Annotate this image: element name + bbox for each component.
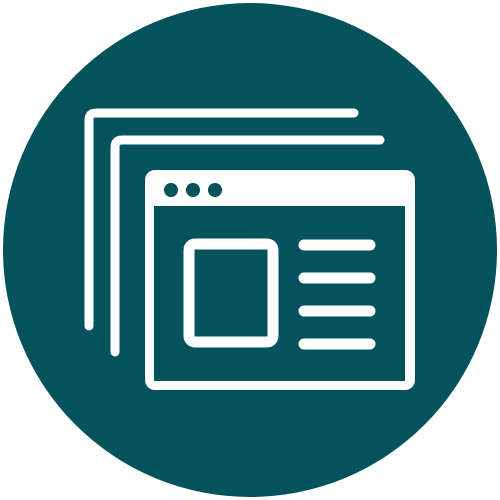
window-dot-icon bbox=[186, 183, 200, 197]
window-dot-icon bbox=[164, 183, 178, 197]
window-dot-icon bbox=[208, 183, 222, 197]
window-control-dots bbox=[164, 183, 222, 197]
icon-canvas bbox=[0, 0, 500, 500]
browser-windows-icon bbox=[3, 3, 497, 497]
